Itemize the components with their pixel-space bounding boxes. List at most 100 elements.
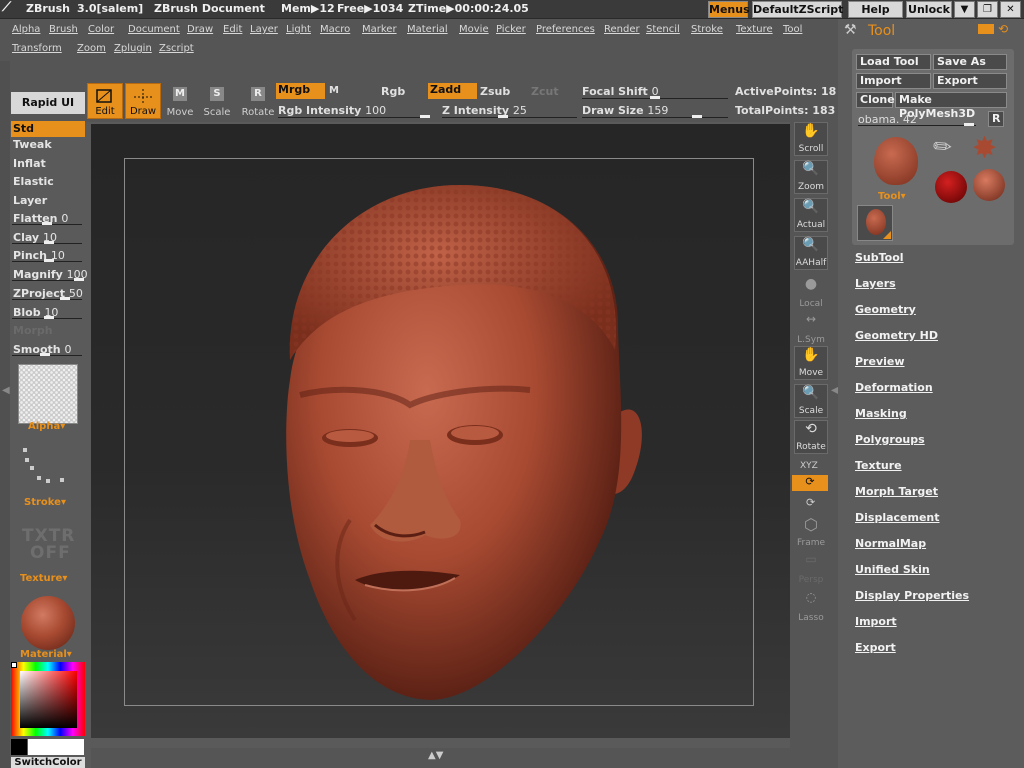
menu-material[interactable]: Material bbox=[407, 24, 448, 35]
z-intensity-knob[interactable] bbox=[498, 115, 508, 118]
clay-knob[interactable] bbox=[44, 241, 54, 244]
zcut-button[interactable]: Zcut bbox=[531, 85, 559, 98]
m-button[interactable]: M bbox=[329, 85, 339, 96]
menu-zoom[interactable]: Zoom bbox=[77, 43, 106, 54]
stroke-thumbnail[interactable] bbox=[20, 446, 64, 486]
lasso-button[interactable]: ◌ Lasso bbox=[794, 590, 828, 624]
menu-edit[interactable]: Edit bbox=[223, 24, 242, 35]
help-button[interactable]: Help bbox=[848, 1, 903, 18]
scale-button[interactable]: S Scale bbox=[199, 83, 235, 119]
menu-texture[interactable]: Texture bbox=[736, 24, 773, 35]
draw-size-slider[interactable]: Draw Size 159 bbox=[582, 104, 668, 117]
zsub-button[interactable]: Zsub bbox=[480, 85, 510, 98]
draw-size-knob[interactable] bbox=[692, 115, 702, 118]
brush-tweak[interactable]: Tweak bbox=[13, 138, 52, 151]
zproject-knob[interactable] bbox=[60, 297, 70, 300]
subpalette-import[interactable]: Import bbox=[855, 615, 897, 628]
restore-icon[interactable]: ❐ bbox=[977, 1, 998, 18]
tool-thumbnail-current[interactable] bbox=[857, 205, 893, 241]
menu-render[interactable]: Render bbox=[604, 24, 640, 35]
color-picker-marker[interactable] bbox=[11, 662, 17, 668]
aahalf-button[interactable]: 🔍 AAHalf bbox=[794, 236, 828, 270]
focal-shift-slider[interactable]: Focal Shift 0 bbox=[582, 85, 659, 98]
frame-button[interactable]: ⬡ Frame bbox=[794, 515, 828, 549]
menu-macro[interactable]: Macro bbox=[320, 24, 350, 35]
rapid-ui-button[interactable]: Rapid UI bbox=[11, 92, 85, 114]
load-tool-button[interactable]: Load Tool bbox=[856, 54, 931, 70]
z-intensity-slider[interactable]: Z Intensity 25 bbox=[442, 104, 527, 117]
xyz-button[interactable]: XYZ bbox=[800, 461, 818, 471]
menu-document[interactable]: Document bbox=[128, 24, 180, 35]
menu-light[interactable]: Light bbox=[286, 24, 311, 35]
local-button[interactable]: ● Local bbox=[794, 276, 828, 310]
color-picker-sv[interactable] bbox=[20, 671, 77, 728]
head-model[interactable] bbox=[260, 180, 660, 700]
menu-layer[interactable]: Layer bbox=[250, 24, 278, 35]
subpalette-geometry[interactable]: Geometry bbox=[855, 303, 916, 316]
texture-dropdown[interactable]: Texture▾ bbox=[20, 573, 67, 584]
scroll-button[interactable]: ✋ Scroll bbox=[794, 122, 828, 156]
brush-elastic[interactable]: Elastic bbox=[13, 175, 54, 188]
subpalette-morph-target[interactable]: Morph Target bbox=[855, 485, 938, 498]
main-color-swatch[interactable] bbox=[28, 739, 84, 755]
menu-tool[interactable]: Tool bbox=[783, 24, 802, 35]
bottom-tray-arrow-icon[interactable]: ▲▼ bbox=[428, 750, 443, 761]
smooth-knob[interactable] bbox=[40, 353, 50, 356]
r-button[interactable]: R bbox=[988, 111, 1004, 127]
menu-zplugin[interactable]: Zplugin bbox=[114, 43, 152, 54]
rotate-axis-icon[interactable]: ⟳ bbox=[792, 475, 828, 491]
alpha-thumbnail[interactable] bbox=[18, 364, 78, 424]
tool-dropdown[interactable]: Tool▾ bbox=[878, 191, 906, 202]
alpha-dropdown[interactable]: Alpha▾ bbox=[28, 421, 65, 432]
focal-shift-knob[interactable] bbox=[650, 96, 660, 99]
rotate-view-button[interactable]: ⟲ Rotate bbox=[794, 420, 828, 454]
subpalette-geometry-hd[interactable]: Geometry HD bbox=[855, 329, 938, 342]
subpalette-displacement[interactable]: Displacement bbox=[855, 511, 940, 524]
tool-thumbnail-head[interactable] bbox=[874, 137, 918, 185]
move-button[interactable]: M Move bbox=[162, 83, 198, 119]
subpalette-polygroups[interactable]: Polygroups bbox=[855, 433, 925, 446]
subpalette-texture[interactable]: Texture bbox=[855, 459, 902, 472]
rotate-button[interactable]: R Rotate bbox=[240, 83, 276, 119]
move-view-button[interactable]: ✋ Move bbox=[794, 346, 828, 380]
rgb-intensity-slider[interactable]: Rgb Intensity 100 bbox=[278, 104, 386, 117]
lsym-button[interactable]: ↔ L.Sym bbox=[794, 312, 828, 346]
brush-inflat[interactable]: Inflat bbox=[13, 157, 46, 170]
material-sphere[interactable] bbox=[21, 596, 75, 650]
magnify-knob[interactable] bbox=[74, 278, 84, 281]
brush-std[interactable]: Std bbox=[13, 122, 34, 135]
brush-layer[interactable]: Layer bbox=[13, 194, 47, 207]
default-zscript-button[interactable]: DefaultZScript bbox=[752, 1, 843, 18]
actual-button[interactable]: 🔍 Actual bbox=[794, 198, 828, 232]
menu-zscript[interactable]: Zscript bbox=[159, 43, 194, 54]
scale-view-button[interactable]: 🔍 Scale bbox=[794, 384, 828, 418]
subpalette-preview[interactable]: Preview bbox=[855, 355, 905, 368]
subpalette-export[interactable]: Export bbox=[855, 641, 896, 654]
blob-knob[interactable] bbox=[44, 316, 54, 319]
zadd-button[interactable]: Zadd bbox=[428, 83, 477, 99]
material-dropdown[interactable]: Material▾ bbox=[20, 649, 72, 660]
tool-thumbnail-sphere-red[interactable] bbox=[935, 171, 967, 203]
mrgb-button[interactable]: Mrgb bbox=[276, 83, 325, 99]
subpalette-deformation[interactable]: Deformation bbox=[855, 381, 933, 394]
export-tool-button[interactable]: Export bbox=[933, 73, 1007, 89]
draw-button[interactable]: Draw bbox=[125, 83, 161, 119]
zoom-button[interactable]: 🔍 Zoom bbox=[794, 160, 828, 194]
switch-color-button[interactable]: SwitchColor bbox=[11, 757, 85, 768]
menu-transform[interactable]: Transform bbox=[12, 43, 62, 54]
menu-brush[interactable]: Brush bbox=[49, 24, 78, 35]
panel-menu-icon[interactable] bbox=[978, 24, 994, 34]
rgb-intensity-knob[interactable] bbox=[420, 115, 430, 118]
clone-button[interactable]: Clone bbox=[856, 92, 895, 108]
menu-draw[interactable]: Draw bbox=[187, 24, 213, 35]
tool-thumbnail-star[interactable]: ✸ bbox=[972, 131, 997, 166]
import-tool-button[interactable]: Import bbox=[856, 73, 931, 89]
subpalette-layers[interactable]: Layers bbox=[855, 277, 896, 290]
panel-reset-icon[interactable]: ⟲ bbox=[998, 22, 1008, 36]
flatten-knob[interactable] bbox=[42, 222, 52, 225]
minimize-icon[interactable]: ▼ bbox=[954, 1, 975, 18]
subpalette-unified-skin[interactable]: Unified Skin bbox=[855, 563, 930, 576]
texture-off-thumbnail[interactable]: TXTR OFF bbox=[22, 528, 75, 562]
pinch-knob[interactable] bbox=[44, 259, 54, 262]
tool-thumbnail-sphere[interactable] bbox=[973, 169, 1005, 201]
